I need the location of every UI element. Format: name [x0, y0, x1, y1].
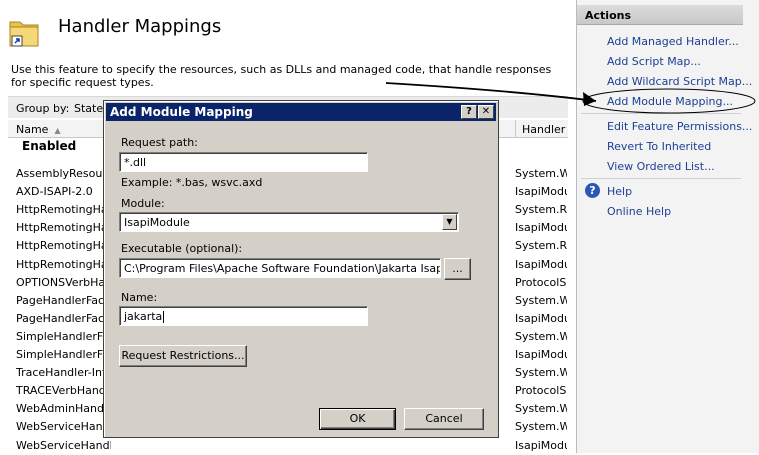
dialog-close-button[interactable]: ✕ [478, 105, 494, 119]
row-name: WebServiceHandlerFactory-Integrated [16, 420, 111, 433]
chevron-down-icon[interactable]: ▼ [442, 214, 457, 230]
executable-input[interactable]: C:\Program Files\Apache Software Foundat… [119, 258, 441, 278]
dialog-titlebar[interactable]: Add Module Mapping ? ✕ [106, 103, 496, 121]
row-handler: System.Runtime [515, 239, 567, 252]
row-name: SimpleHandlerFactory-Integrated [16, 330, 111, 343]
module-select-value: IsapiModule [124, 216, 190, 229]
page-title: Handler Mappings [58, 16, 222, 37]
row-handler: ProtocolSupportModule [515, 384, 567, 397]
name-input[interactable]: jakarta [119, 306, 368, 326]
row-name: WebAdminHandler-Integrated [16, 402, 111, 415]
request-path-label: Request path: [121, 136, 198, 149]
row-name: TraceHandler-Integrated [16, 366, 111, 379]
browse-button[interactable]: ... [444, 258, 471, 280]
row-handler: System.Web.UI.PageHandlerFactory [515, 294, 567, 307]
add-module-mapping-link[interactable]: Add Module Mapping... [607, 95, 733, 108]
module-select[interactable]: IsapiModule ▼ [119, 212, 459, 232]
module-label: Module: [121, 197, 165, 210]
group-by-label: Group by: [16, 102, 70, 115]
add-script-map-link[interactable]: Add Script Map... [607, 55, 701, 68]
row-name: PageHandlerFactory-Integrated [16, 294, 111, 307]
dialog-title: Add Module Mapping [110, 105, 253, 119]
add-managed-handler-link[interactable]: Add Managed Handler... [607, 35, 739, 48]
actions-header: Actions [577, 5, 743, 25]
row-handler: IsapiModule [515, 221, 567, 234]
row-name: AssemblyResourceLoader-Integrated [16, 167, 111, 180]
row-handler: System.Web.Handlers.TraceHandler [515, 366, 567, 379]
executable-label: Executable (optional): [121, 242, 243, 255]
row-name: AXD-ISAPI-2.0 [16, 185, 93, 198]
row-name: SimpleHandlerFactory-ISAPI-2.0 [16, 348, 111, 361]
online-help-link[interactable]: Online Help [607, 205, 671, 218]
row-handler: System.Web.Services [515, 420, 567, 433]
ok-button[interactable]: OK [319, 408, 396, 430]
row-name: WebServiceHandlerFactory-ISAPI-2.0 [16, 439, 111, 452]
row-name: HttpRemotingHandlerFactory-rem-Integrate… [16, 203, 111, 216]
help-link[interactable]: Help [607, 185, 632, 198]
row-handler: System.Runtime [515, 203, 567, 216]
row-handler: IsapiModule [515, 258, 567, 271]
actions-pane: Actions Add Managed Handler... Add Scrip… [576, 0, 759, 453]
row-name: HttpRemotingHandlerFactory-soap-Integrat… [16, 239, 111, 252]
actions-separator [581, 113, 741, 114]
help-icon: ? [585, 183, 600, 198]
dialog-help-button[interactable]: ? [461, 105, 477, 119]
row-handler: System.Web.UI.SimpleHandlerFactory [515, 330, 567, 343]
row-handler: ProtocolSupportModule [515, 276, 567, 289]
name-label: Name: [121, 291, 158, 304]
row-name: HttpRemotingHandlerFactory-soap-ISAPI-2.… [16, 258, 111, 271]
folder-shortcut-icon [9, 21, 39, 47]
row-name: TRACEVerbHandler [16, 384, 111, 397]
row-handler: IsapiModule [515, 185, 567, 198]
request-path-input[interactable]: *.dll [119, 152, 368, 172]
column-name-label: Name [16, 123, 49, 136]
row-handler: IsapiModule [515, 312, 567, 325]
column-header-handler[interactable]: Handler [515, 120, 565, 138]
column-header-name[interactable]: Name ▲ [16, 123, 61, 136]
row-name: OPTIONSVerbHandler [16, 276, 111, 289]
row-handler: System.Web.Handlers.WebAdminHandler [515, 402, 567, 415]
row-name: HttpRemotingHandlerFactory-rem-ISAPI-2.0 [16, 221, 111, 234]
add-module-mapping-dialog: Add Module Mapping ? ✕ Request path: *.d… [103, 100, 499, 438]
request-restrictions-button[interactable]: Request Restrictions... [119, 345, 247, 367]
name-input-value: jakarta [124, 310, 163, 323]
text-caret [163, 311, 165, 323]
row-handler: IsapiModule [515, 439, 567, 452]
row-handler: IsapiModule [515, 348, 567, 361]
feature-description: Use this feature to specify the resource… [11, 63, 552, 89]
row-handler: System.Web.Handlers.AssemblyResourceLoad… [515, 167, 567, 180]
row-name: PageHandlerFactory-ISAPI-2.0 [16, 312, 111, 325]
table-row[interactable]: WebServiceHandlerFactory-ISAPI-2.0 IsapiM… [16, 437, 568, 455]
actions-separator [581, 178, 741, 179]
view-ordered-list-link[interactable]: View Ordered List... [607, 160, 715, 173]
sort-ascending-icon: ▲ [54, 126, 61, 135]
group-by-select[interactable]: State [74, 102, 103, 115]
revert-to-inherited-link[interactable]: Revert To Inherited [607, 140, 711, 153]
actions-header-label: Actions [585, 9, 631, 22]
edit-feature-permissions-link[interactable]: Edit Feature Permissions... [607, 120, 752, 133]
request-path-example: Example: *.bas, wsvc.axd [121, 176, 263, 189]
cancel-button[interactable]: Cancel [404, 408, 484, 430]
add-wildcard-script-map-link[interactable]: Add Wildcard Script Map... [607, 75, 752, 88]
group-header-enabled: Enabled [22, 139, 77, 153]
